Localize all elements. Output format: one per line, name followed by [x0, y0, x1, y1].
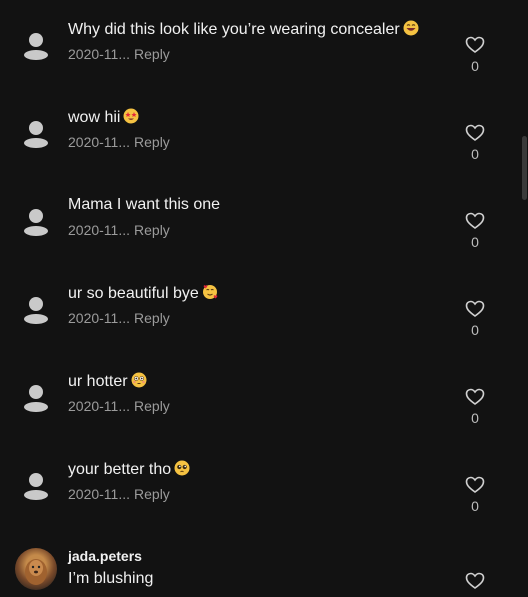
comment-text: I’m blushing: [68, 570, 154, 587]
comment-date: 2020-11...: [68, 310, 131, 326]
like-count: 0: [471, 58, 479, 74]
default-avatar-icon[interactable]: [20, 206, 52, 238]
comment-username[interactable]: jada.peters: [68, 548, 142, 564]
comment-date: 2020-11...: [68, 398, 131, 414]
heart-icon[interactable]: [465, 123, 485, 143]
comment-meta: 2020-11... Reply: [68, 486, 170, 502]
comment-text: your better tho: [68, 460, 190, 479]
comment-meta: 2020-11... Reply: [68, 222, 170, 238]
laughing-emoji-icon: [403, 20, 419, 36]
comment-meta: 2020-11... Reply: [68, 310, 170, 326]
comment-item: wow hii 2020-11... Reply 0: [0, 108, 520, 196]
like-count: 0: [471, 234, 479, 250]
like-count: 0: [471, 410, 479, 426]
flushed-emoji-icon: [131, 372, 147, 388]
default-avatar-icon[interactable]: [20, 294, 52, 326]
comment-meta: 2020-11... Reply: [68, 134, 170, 150]
comment-date: 2020-11...: [68, 486, 131, 502]
reply-button[interactable]: Reply: [134, 486, 170, 502]
default-avatar-icon[interactable]: [20, 30, 52, 62]
comment-meta: 2020-11... Reply: [68, 398, 170, 414]
scrollbar-thumb[interactable]: [522, 136, 527, 200]
comment-text: ur so beautiful bye: [68, 284, 218, 303]
comment-item: Mama I want this one 2020-11... Reply 0: [0, 196, 520, 284]
like-count: 0: [471, 498, 479, 514]
like-count: 0: [471, 322, 479, 338]
heart-icon[interactable]: [465, 211, 485, 231]
reply-button[interactable]: Reply: [134, 310, 170, 326]
reply-button[interactable]: Reply: [134, 398, 170, 414]
reply-button[interactable]: Reply: [134, 134, 170, 150]
comment-item: ur so beautiful bye 2020-11... Reply 0: [0, 284, 520, 372]
comment-item: ur hotter 2020-11... Reply 0: [0, 372, 520, 460]
smiling-hearts-emoji-icon: [202, 285, 218, 299]
pleading-emoji-icon: [174, 460, 190, 476]
comment-item: your better tho 2020-11... Reply 0: [0, 460, 520, 548]
reply-button[interactable]: Reply: [134, 222, 170, 238]
comment-text: Mama I want this one: [68, 196, 221, 213]
comment-date: 2020-11...: [68, 134, 131, 150]
heart-icon[interactable]: [465, 475, 485, 495]
reply-button[interactable]: Reply: [134, 46, 170, 62]
heart-icon[interactable]: [465, 571, 485, 591]
scrollbar[interactable]: [520, 0, 528, 597]
comment-text: wow hii: [68, 108, 139, 127]
comment-item: Why did this look like you’re wearing co…: [0, 20, 520, 108]
comment-date: 2020-11...: [68, 46, 131, 62]
comment-item: jada.peters I’m blushing: [0, 548, 520, 597]
comment-date: 2020-11...: [68, 222, 131, 238]
comment-text: Why did this look like you’re wearing co…: [68, 20, 419, 39]
default-avatar-icon[interactable]: [20, 382, 52, 414]
user-avatar[interactable]: [15, 548, 57, 590]
comment-text: ur hotter: [68, 372, 147, 391]
heart-icon[interactable]: [465, 387, 485, 407]
heart-icon[interactable]: [465, 35, 485, 55]
like-count: 0: [471, 146, 479, 162]
default-avatar-icon[interactable]: [20, 118, 52, 150]
heart-icon[interactable]: [465, 299, 485, 319]
default-avatar-icon[interactable]: [20, 470, 52, 502]
comment-meta: 2020-11... Reply: [68, 46, 170, 62]
star-struck-emoji-icon: [123, 108, 139, 124]
